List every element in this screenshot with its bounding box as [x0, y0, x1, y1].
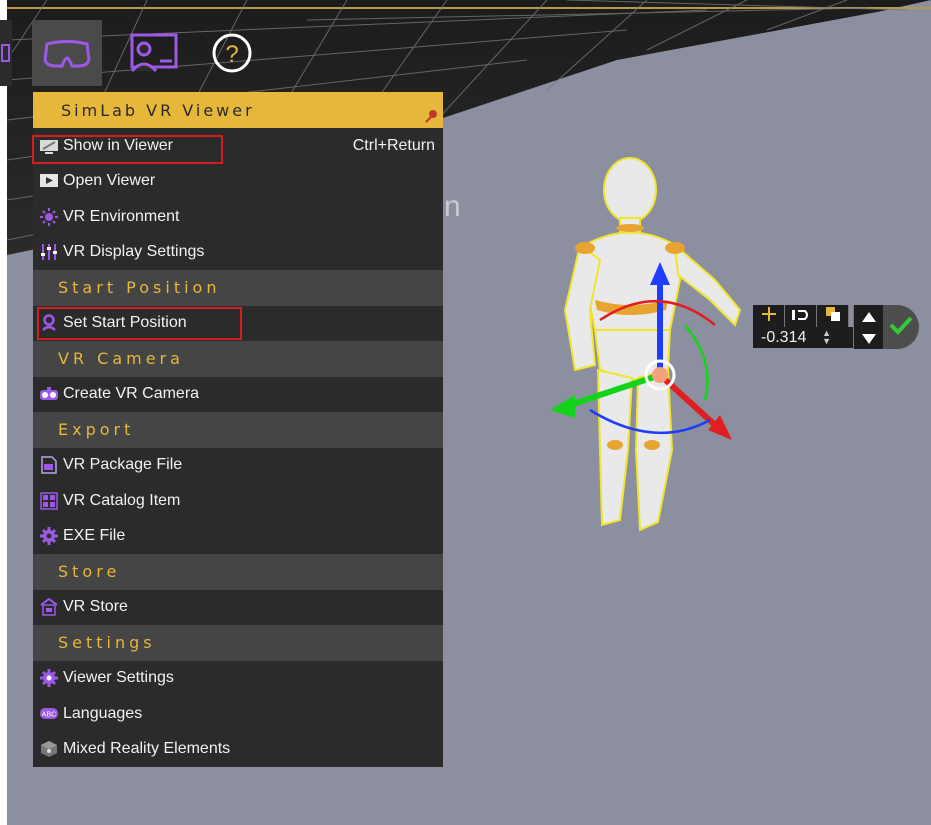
gear-icon: [39, 668, 59, 688]
increment-button[interactable]: [853, 305, 883, 327]
menu-item-label: Open Viewer: [63, 172, 156, 190]
top-toolbar: ?: [0, 14, 267, 92]
menu-item-vr-store[interactable]: VR Store: [33, 590, 443, 626]
transform-gizmo-panel: -0.314 ▲ ▼: [753, 305, 883, 349]
pin-icon[interactable]: [425, 108, 437, 127]
move-tool-button[interactable]: [753, 305, 785, 327]
menu-item-viewer-settings[interactable]: Viewer Settings: [33, 661, 443, 697]
svg-text:ABC: ABC: [42, 711, 56, 718]
section-vr-camera: VR Camera: [33, 341, 443, 377]
background-partial-text: n: [444, 190, 461, 223]
monitor-icon: [39, 136, 59, 156]
menu-item-label: VR Environment: [63, 207, 180, 225]
store-icon: [39, 597, 59, 617]
menu-item-vr-package-file[interactable]: VR Package File: [33, 448, 443, 484]
menu-header: SimLab VR Viewer: [33, 92, 443, 128]
menu-item-exe-file[interactable]: EXE File: [33, 519, 443, 555]
arrow-up-icon: [861, 307, 876, 326]
3d-mannequin-model[interactable]: [540, 150, 760, 564]
transform-value: -0.314: [761, 328, 807, 346]
move-icon: [761, 306, 777, 326]
menu-item-label: Show in Viewer: [63, 136, 173, 154]
menu-item-label: Viewer Settings: [63, 669, 174, 687]
pivot-tool-button[interactable]: [785, 305, 817, 327]
menu-item-label: Mixed Reality Elements: [63, 740, 231, 758]
copy-tool-button[interactable]: [817, 305, 849, 327]
presenter-toolbar-button[interactable]: [117, 20, 187, 86]
checkmark-icon: [889, 315, 913, 339]
exe-gear-icon: [39, 526, 59, 546]
shortcut-label: Ctrl+Return: [352, 136, 435, 154]
menu-item-label: VR Store: [63, 598, 128, 616]
menu-item-vr-catalog-item[interactable]: VR Catalog Item: [33, 483, 443, 519]
menu-item-create-vr-camera[interactable]: Create VR Camera: [33, 377, 443, 413]
confirm-button[interactable]: [883, 305, 919, 349]
menu-item-label: Languages: [63, 704, 143, 722]
sun-icon: [39, 207, 59, 227]
help-toolbar-button[interactable]: ?: [197, 20, 267, 86]
menu-item-label: VR Catalog Item: [63, 491, 181, 509]
vr-viewer-menu: SimLab VR Viewer Show in Viewer Ctrl+Ret…: [33, 92, 443, 767]
catalog-icon: [39, 491, 59, 511]
copy-icon: [825, 306, 841, 326]
transform-value-input[interactable]: -0.314 ▲ ▼: [753, 327, 853, 348]
section-export: Export: [33, 412, 443, 448]
menu-item-open-viewer[interactable]: Open Viewer: [33, 164, 443, 200]
open-viewer-icon: [39, 171, 59, 191]
location-pin-icon: [39, 313, 59, 333]
menu-item-vr-environment[interactable]: VR Environment: [33, 199, 443, 235]
menu-item-label: EXE File: [63, 527, 126, 545]
left-edge-panel: [0, 0, 7, 825]
vr-headset-icon: [41, 38, 93, 68]
toolbar-edge-button[interactable]: [0, 20, 12, 86]
menu-item-label: VR Package File: [63, 456, 183, 474]
menu-item-mixed-reality-elements[interactable]: Mixed Reality Elements: [33, 732, 443, 768]
vr-viewer-toolbar-button[interactable]: [32, 20, 102, 86]
svg-text:?: ?: [225, 41, 238, 68]
presenter-icon: [124, 31, 180, 75]
menu-item-label: Create VR Camera: [63, 385, 200, 403]
spin-arrows-icon[interactable]: ▲ ▼: [822, 329, 831, 346]
menu-item-languages[interactable]: ABC Languages: [33, 696, 443, 732]
sliders-icon: [39, 242, 59, 262]
help-icon: ?: [210, 31, 254, 75]
pivot-icon: [791, 307, 811, 326]
vr-package-icon: [39, 455, 59, 475]
arrow-down-icon: [861, 329, 876, 348]
vr-camera-icon: [39, 384, 59, 404]
abc-icon: ABC: [39, 704, 59, 724]
decrement-button[interactable]: [853, 327, 883, 349]
menu-item-set-start-position[interactable]: Set Start Position: [33, 306, 443, 342]
menu-title: SimLab VR Viewer: [61, 100, 255, 120]
menu-item-label: VR Display Settings: [63, 243, 205, 261]
cube-icon: [39, 739, 59, 759]
section-settings: Settings: [33, 625, 443, 661]
section-start-position: Start Position: [33, 270, 443, 306]
menu-item-vr-display-settings[interactable]: VR Display Settings: [33, 235, 443, 271]
section-store: Store: [33, 554, 443, 590]
menu-item-label: Set Start Position: [63, 314, 187, 332]
menu-item-show-in-viewer[interactable]: Show in Viewer Ctrl+Return: [33, 128, 443, 164]
